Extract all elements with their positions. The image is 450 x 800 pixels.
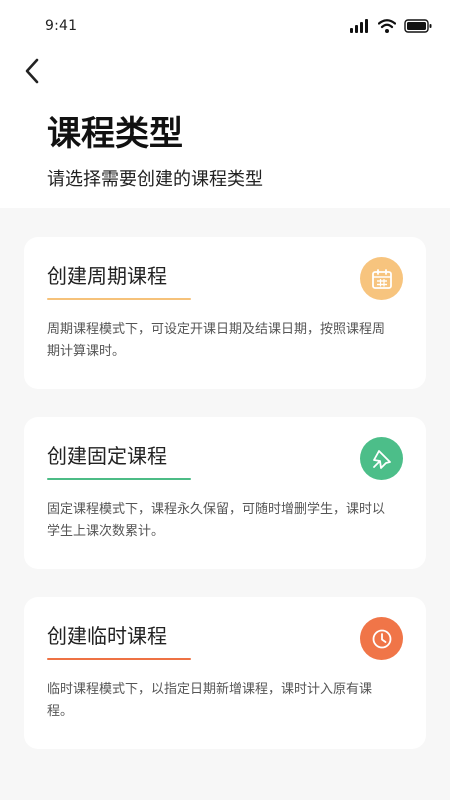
status-bar: 9:41 bbox=[0, 0, 450, 54]
title-underline bbox=[47, 658, 191, 660]
calendar-icon bbox=[360, 257, 403, 300]
pin-icon bbox=[360, 437, 403, 480]
course-type-card-temporary[interactable]: 创建临时课程 临时课程模式下，以指定日期新增课程，课时计入原有课程。 bbox=[24, 597, 426, 749]
card-title: 创建固定课程 bbox=[47, 444, 167, 468]
title-underline bbox=[47, 478, 191, 480]
header-area: 9:41 课程类型 请选择需要创建的课程类型 bbox=[0, 0, 450, 208]
status-time: 9:41 bbox=[45, 18, 78, 34]
clock-icon bbox=[360, 617, 403, 660]
back-button[interactable] bbox=[18, 54, 46, 88]
card-title: 创建临时课程 bbox=[47, 624, 167, 648]
course-type-card-periodic[interactable]: 创建周期课程 周期课程模式下，可设定开课日期及结课日期，按照课程周期计算课时。 bbox=[24, 237, 426, 389]
page-title: 课程类型 bbox=[47, 114, 183, 154]
battery-icon bbox=[404, 19, 432, 33]
wifi-icon bbox=[378, 19, 396, 33]
card-title: 创建周期课程 bbox=[47, 264, 167, 288]
page-subtitle: 请选择需要创建的课程类型 bbox=[47, 169, 263, 190]
card-description: 临时课程模式下，以指定日期新增课程，课时计入原有课程。 bbox=[47, 682, 373, 719]
chevron-left-icon bbox=[25, 58, 39, 84]
course-type-card-fixed[interactable]: 创建固定课程 固定课程模式下，课程永久保留，可随时增删学生，课时以学生上课次数累… bbox=[24, 417, 426, 569]
card-description: 固定课程模式下，课程永久保留，可随时增删学生，课时以学生上课次数累计。 bbox=[47, 502, 386, 539]
title-underline bbox=[47, 298, 191, 300]
signal-icon bbox=[350, 19, 368, 33]
status-icons bbox=[350, 16, 432, 36]
card-description: 周期课程模式下，可设定开课日期及结课日期，按照课程周期计算课时。 bbox=[47, 322, 386, 359]
